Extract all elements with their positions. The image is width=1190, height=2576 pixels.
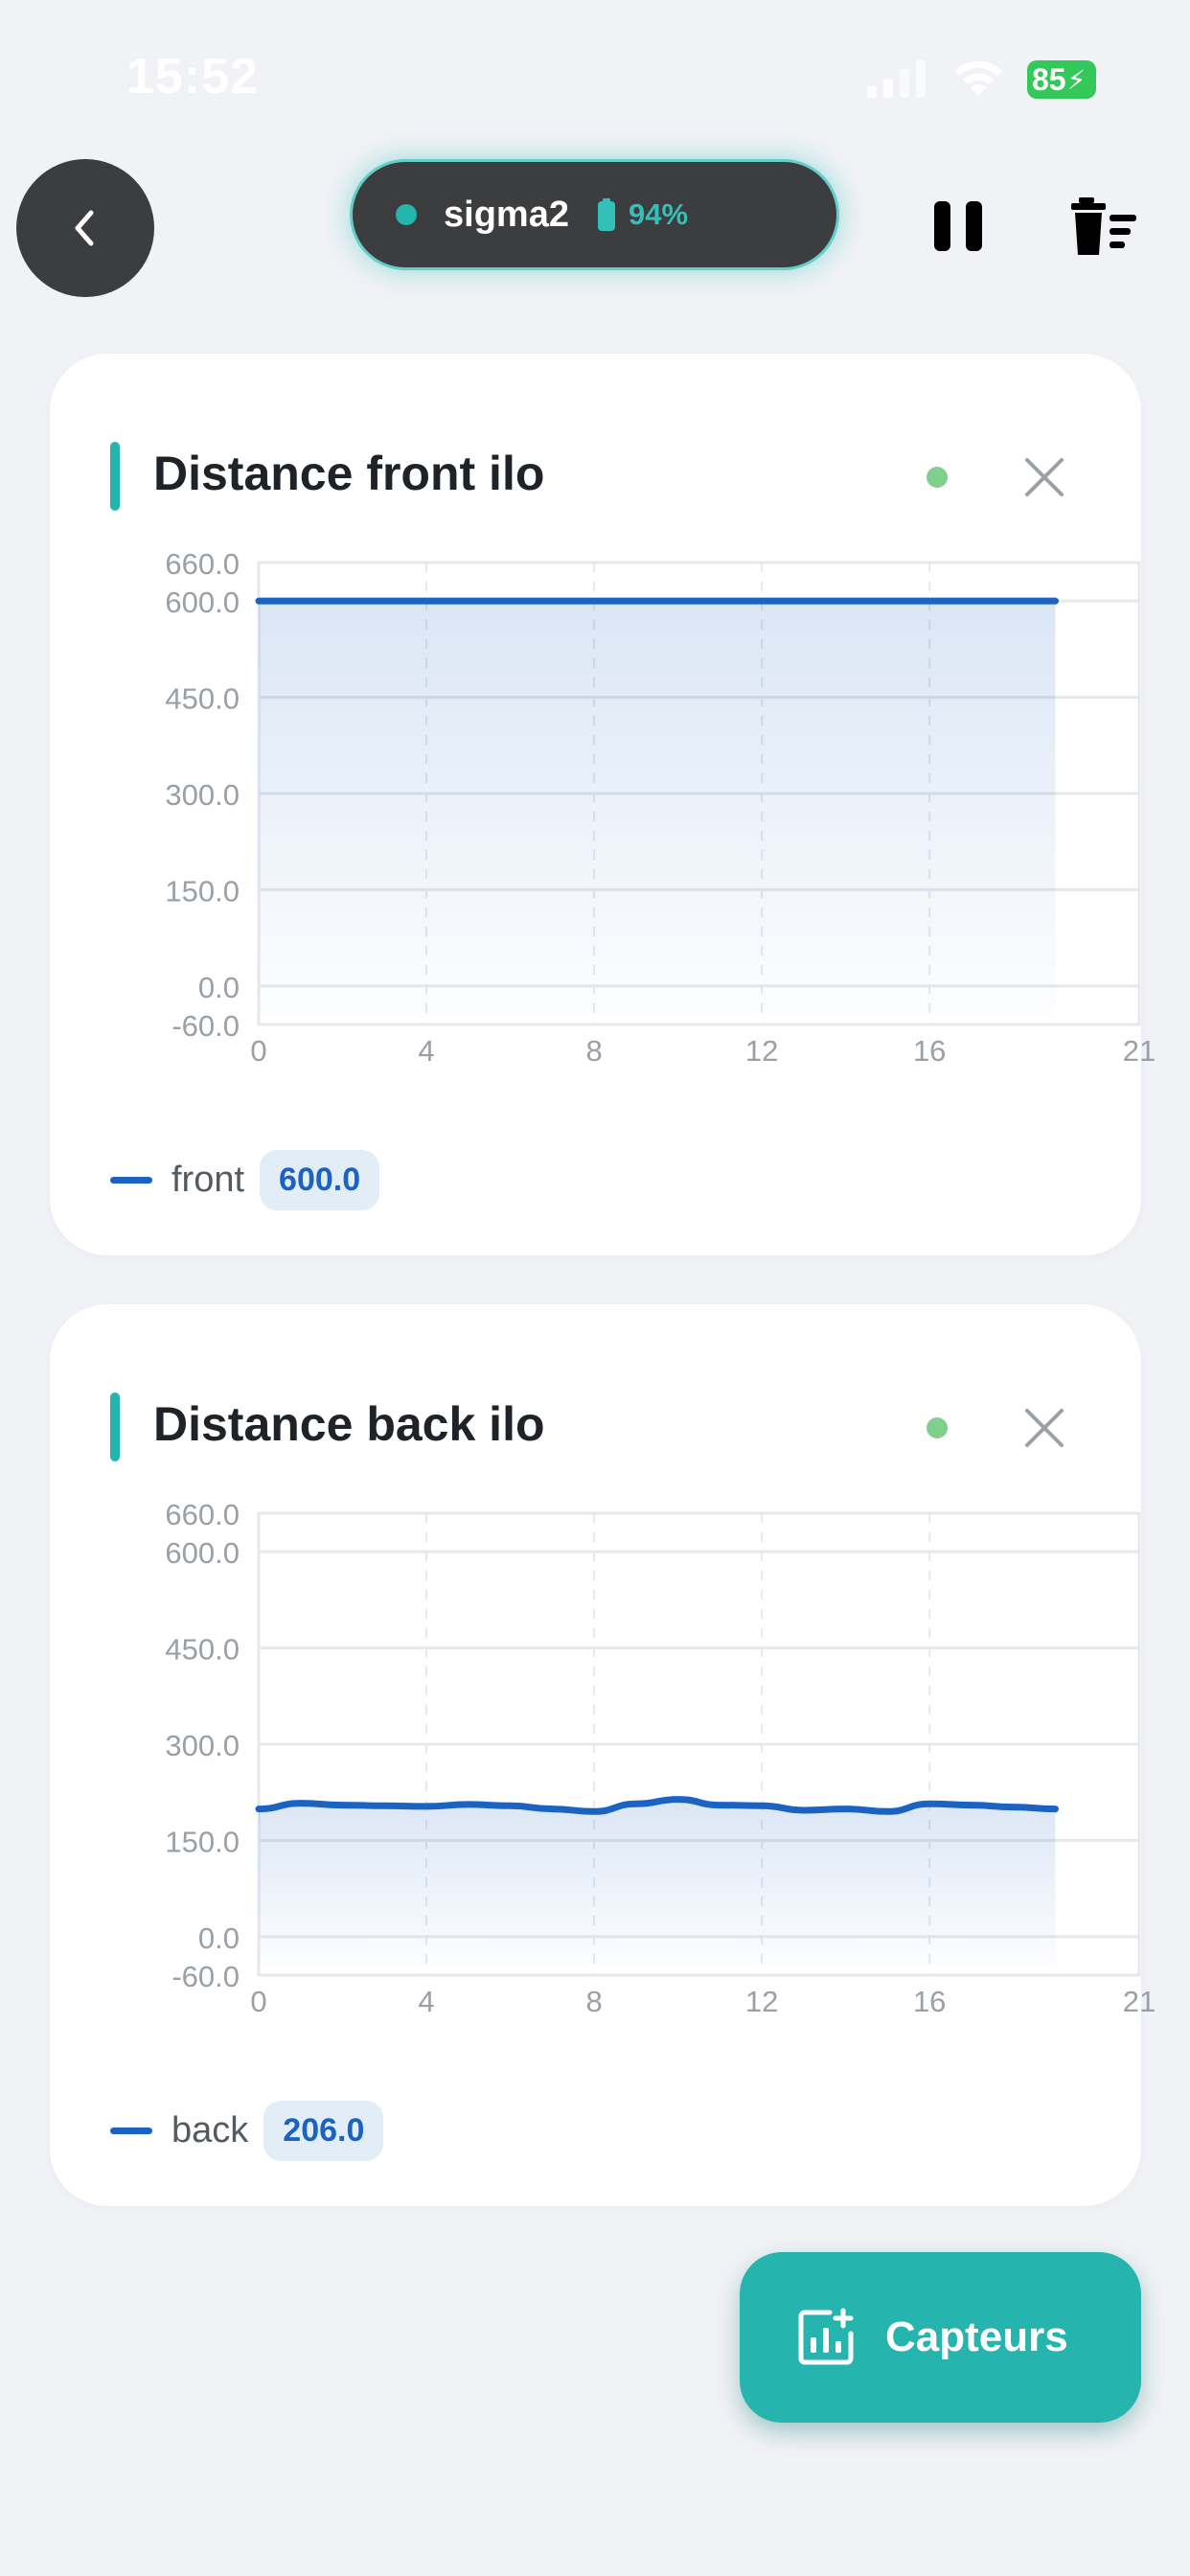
card-title: Distance back ilo [153, 1397, 545, 1451]
y-tick-label: 450.0 [165, 1633, 240, 1667]
legend-label: front [172, 1159, 245, 1200]
live-status-dot [927, 467, 948, 488]
connection-dot [396, 204, 417, 225]
current-value-badge: 600.0 [260, 1149, 380, 1210]
y-tick-label: 150.0 [165, 874, 240, 908]
y-tick-label: -60.0 [172, 1960, 240, 1993]
chart-card-front: Distance front ilo 660.0 600.0 450.0 300.0 1… [50, 354, 1156, 1255]
charging-bolt-icon: ⚡ [1066, 64, 1087, 95]
sensors-button-label: Capteurs [885, 2313, 1068, 2360]
x-tick-label: 12 [745, 1034, 778, 1068]
battery-level: 85 [1032, 61, 1066, 97]
sensors-button[interactable]: Capteurs [740, 2252, 1141, 2423]
series-area [259, 601, 1056, 1015]
y-tick-label: 660.0 [165, 547, 240, 581]
y-tick-label: -60.0 [172, 1009, 240, 1043]
y-tick-label: 0.0 [198, 971, 240, 1004]
x-tick-label: 16 [913, 1034, 946, 1068]
legend-swatch [110, 2127, 152, 2134]
battery-icon [597, 198, 615, 231]
x-tick-label: 8 [585, 1034, 602, 1068]
current-value-badge: 206.0 [263, 2100, 384, 2161]
y-tick-label: 600.0 [165, 1536, 240, 1570]
pause-button[interactable] [931, 201, 985, 255]
legend-swatch [110, 1176, 152, 1184]
x-tick-label: 0 [250, 1034, 266, 1068]
close-icon[interactable] [1021, 454, 1067, 500]
x-tick-label: 4 [418, 1985, 434, 2018]
x-tick-label: 0 [250, 1985, 266, 2018]
y-tick-label: 600.0 [165, 586, 240, 619]
device-battery-level: 94% [628, 197, 689, 231]
close-icon[interactable] [1021, 1405, 1067, 1451]
x-tick-label: 12 [745, 1985, 778, 2018]
legend-label: back [172, 2109, 249, 2150]
card-title: Distance front ilo [153, 447, 545, 500]
x-tick-label: 4 [418, 1034, 434, 1068]
y-tick-label: 150.0 [165, 1825, 240, 1858]
pause-icon [966, 201, 982, 251]
chart-legend: back 206.0 [110, 2099, 384, 2162]
y-tick-label: 0.0 [198, 1921, 240, 1955]
chevron-left-icon [75, 210, 94, 246]
line-chart-front: 660.0 600.0 450.0 300.0 150.0 0.0 -60.0 0 4 8 12 16… [165, 547, 1156, 1068]
card-accent-bar [110, 1392, 120, 1461]
y-tick-label: 660.0 [165, 1498, 240, 1531]
battery-indicator: 85 ⚡ [1027, 60, 1096, 99]
x-tick-label: 21 [1123, 1034, 1156, 1068]
status-time: 15:52 [126, 49, 259, 104]
x-tick-label: 16 [913, 1985, 946, 2018]
x-tick-label: 21 [1123, 1985, 1156, 2018]
y-tick-label: 300.0 [165, 1729, 240, 1762]
card-accent-bar [110, 442, 120, 511]
trash-list-icon[interactable] [1069, 197, 1138, 257]
y-tick-label: 450.0 [165, 682, 240, 716]
back-button[interactable] [16, 159, 154, 297]
live-status-dot [927, 1417, 948, 1438]
device-name: sigma2 [444, 194, 569, 235]
x-tick-label: 8 [585, 1985, 602, 2018]
chart-card-back: Distance back ilo 660.0 600.0 450.0 300.0 15… [50, 1304, 1156, 2206]
series-area [259, 1799, 1056, 1966]
chart-legend: front 600.0 [110, 1148, 380, 1211]
chart-add-icon [798, 2308, 854, 2365]
cellular-signal-icon [867, 59, 926, 98]
status-bar: 15:52 85 ⚡ [0, 0, 1190, 153]
device-status-pill[interactable]: sigma2 94% [350, 159, 839, 270]
y-tick-label: 300.0 [165, 778, 240, 812]
wifi-icon [954, 60, 1002, 96]
line-chart-back: 660.0 600.0 450.0 300.0 150.0 0.0 -60.0 0 4 8 12 16… [165, 1498, 1156, 2018]
pause-icon [934, 201, 950, 251]
